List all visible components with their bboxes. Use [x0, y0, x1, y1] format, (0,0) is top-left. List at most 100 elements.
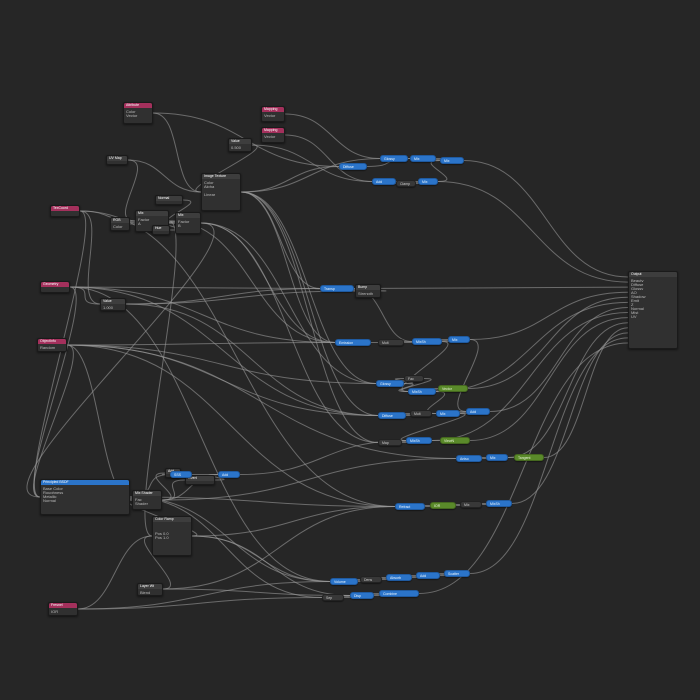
pill-p1[interactable]: Diffuse: [339, 163, 367, 170]
pill-p22[interactable]: MixSh: [406, 437, 432, 444]
node-out[interactable]: OutputBeautyDiffuseGlossyAOShadowEmitZNo…: [628, 271, 678, 349]
node-row: Color: [113, 224, 127, 228]
wire: [468, 297, 628, 388]
node-n21[interactable]: FresnelIOR: [48, 602, 78, 616]
pill-p16[interactable]: Vector: [438, 385, 468, 392]
pill-p25[interactable]: Mix: [486, 454, 508, 461]
node-n11[interactable]: Normal: [155, 195, 183, 205]
node-header: Hue: [153, 226, 169, 231]
pill-p34[interactable]: Dens: [360, 576, 382, 583]
pill-p24[interactable]: Aniso: [456, 455, 482, 462]
pill-p4[interactable]: Mix: [440, 157, 464, 164]
node-n1[interactable]: AttributeColorVector: [123, 102, 153, 124]
pill-p27[interactable]: SSS: [170, 471, 192, 478]
node-n16[interactable]: Principled BSDFBase ColorRoughnessMetall…: [40, 479, 130, 515]
pill-p10[interactable]: Mult: [378, 339, 404, 346]
pill-p18[interactable]: Mult: [410, 410, 432, 417]
pill-p9[interactable]: Emission: [335, 339, 371, 346]
pill-p17[interactable]: Diffuse: [378, 412, 406, 419]
wire: [27, 223, 214, 497]
node-n10[interactable]: TexCoord: [50, 205, 80, 217]
node-body: Color: [111, 223, 129, 229]
wire: [70, 287, 320, 289]
node-header: TexCoord: [51, 206, 79, 211]
pill-p28[interactable]: Add: [218, 471, 240, 478]
node-n23[interactable]: BumpStrength: [355, 284, 381, 298]
pill-p2[interactable]: Glossy: [380, 155, 408, 162]
wire: [70, 287, 335, 343]
node-n18[interactable]: Color RampPos 0.0Pos 1.0: [152, 516, 192, 556]
pill-p35[interactable]: Absorb: [386, 574, 412, 581]
wire: [201, 223, 378, 443]
wire: [241, 192, 378, 416]
node-body: ColorAlphaLinear: [202, 179, 240, 197]
node-body: BeautyDiffuseGlossyAOShadowEmitZNormalMi…: [629, 277, 677, 319]
pill-p7[interactable]: Mix: [418, 178, 438, 185]
node-body: FactorB: [176, 218, 200, 228]
pill-p37[interactable]: Scatter: [444, 570, 470, 577]
node-row: Vector: [264, 134, 282, 138]
wire: [70, 287, 330, 582]
pill-p23[interactable]: ViewN: [440, 437, 470, 444]
node-row: 0.500: [231, 145, 249, 149]
node-n17[interactable]: Mix ShaderFacShader: [132, 490, 162, 510]
pill-p13[interactable]: Glossy: [376, 380, 404, 387]
pill-p21[interactable]: Map: [378, 439, 402, 446]
pill-p3[interactable]: Mix: [410, 155, 436, 162]
pill-p14[interactable]: Fac: [404, 375, 424, 382]
pill-p26[interactable]: Tangent: [514, 454, 544, 461]
node-n5[interactable]: UV Map: [106, 155, 128, 165]
node-n3[interactable]: MappingVector: [261, 127, 285, 143]
wire: [80, 211, 395, 507]
wire: [70, 287, 100, 304]
node-row: Strength: [358, 291, 378, 295]
wire: [67, 343, 335, 346]
pill-p19[interactable]: Mix: [436, 410, 460, 417]
node-row: Linear: [204, 192, 238, 196]
node-n12[interactable]: Hue: [152, 225, 170, 235]
pill-p39[interactable]: Disp: [350, 592, 374, 599]
pill-p11[interactable]: MixSh: [412, 338, 442, 345]
node-n4[interactable]: Value0.500: [228, 138, 252, 152]
node-n2[interactable]: MappingVector: [261, 106, 285, 122]
pill-p38[interactable]: Sep: [322, 594, 344, 601]
node-n9[interactable]: RGBColor: [110, 217, 130, 231]
wire: [192, 507, 395, 537]
pill-p30[interactable]: IOR: [430, 502, 456, 509]
wire: [508, 323, 628, 458]
pill-p33[interactable]: Volume: [330, 578, 358, 585]
node-body: 1.000: [101, 304, 125, 310]
node-header: Normal: [156, 196, 182, 201]
pill-p12[interactable]: Mix: [448, 336, 470, 343]
node-n15[interactable]: ObjectInfoRandom: [37, 338, 67, 352]
node-n6[interactable]: Image TextureColorAlphaLinear: [201, 173, 241, 211]
pill-p36[interactable]: Add: [416, 572, 440, 579]
wire: [128, 160, 201, 192]
node-n14[interactable]: Value1.000: [100, 298, 126, 311]
node-graph-canvas[interactable]: OutputBeautyDiffuseGlossyAOShadowEmitZNo…: [0, 0, 700, 700]
pill-p32[interactable]: MixSh: [486, 500, 512, 507]
wire: [544, 328, 628, 458]
wire: [402, 342, 448, 392]
wire: [438, 182, 628, 283]
pill-p29[interactable]: Refract: [395, 503, 425, 510]
wire: [201, 223, 335, 343]
pill-p40[interactable]: Combine: [379, 590, 419, 597]
node-n13[interactable]: Geometry: [40, 281, 70, 293]
wire: [436, 302, 628, 391]
node-row: Pos 1.0: [155, 535, 189, 539]
node-header: Geometry: [41, 282, 69, 287]
wire: [192, 536, 330, 582]
node-row: Shader: [135, 501, 159, 505]
pill-p8[interactable]: Transp: [320, 285, 354, 292]
wire: [241, 192, 378, 443]
node-n22[interactable]: Layer WtBlend: [137, 583, 163, 596]
wire: [458, 340, 478, 412]
pill-p20[interactable]: Add: [466, 408, 490, 415]
node-n8[interactable]: MixFactorB: [175, 212, 201, 234]
pill-p5[interactable]: Add: [372, 178, 396, 185]
pill-p31[interactable]: Mix: [460, 501, 482, 508]
pill-p6[interactable]: Clamp: [396, 180, 416, 187]
wire: [126, 291, 355, 304]
pill-p15[interactable]: MixSh: [408, 388, 436, 395]
